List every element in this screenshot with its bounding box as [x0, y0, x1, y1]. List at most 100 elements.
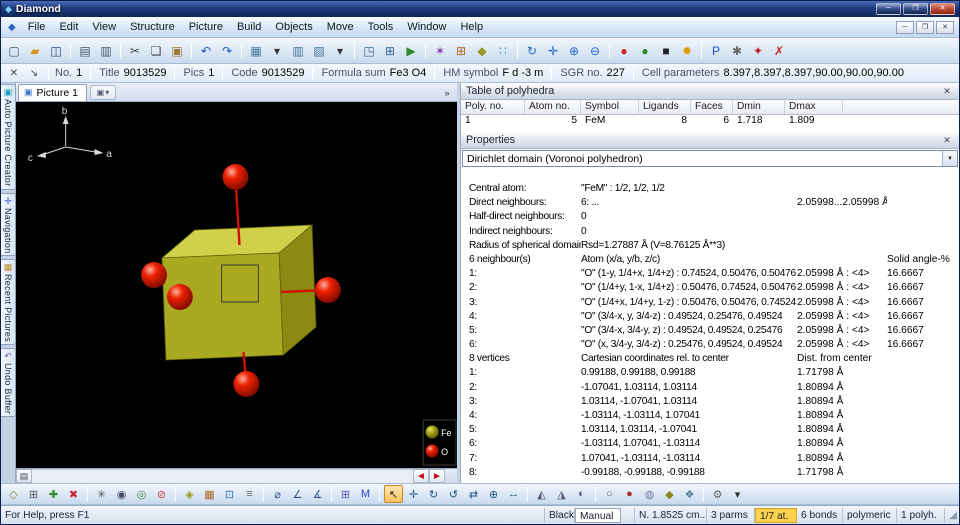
oxygen-atom[interactable]: [167, 284, 193, 310]
next-picture-button[interactable]: ►: [429, 469, 445, 483]
domain-type-dropdown[interactable]: Dirichlet domain (Voronoi polyhedron) ▼: [462, 150, 958, 167]
menu-edit[interactable]: Edit: [52, 19, 85, 35]
atom-color-red-icon[interactable]: ●: [614, 41, 634, 60]
close-panel-icon[interactable]: ✕: [940, 85, 954, 98]
close-panel-icon[interactable]: ✕: [940, 134, 954, 147]
menu-help[interactable]: Help: [453, 19, 490, 35]
chevron-down-icon[interactable]: ▼: [942, 151, 957, 166]
polyhedra-icon[interactable]: ◆: [472, 41, 492, 60]
menu-file[interactable]: File: [21, 19, 53, 35]
structure-canvas[interactable]: b a c: [16, 102, 457, 468]
copy-icon[interactable]: ❏: [146, 41, 166, 60]
maximize-button[interactable]: ❐: [903, 3, 928, 15]
menu-build[interactable]: Build: [230, 19, 268, 35]
column-header-ligands[interactable]: Ligands: [639, 100, 691, 115]
vertex-row[interactable]: 7:1.07041, -1.03114, -1.031141.80894 Å: [461, 452, 959, 466]
neighbour-row[interactable]: 5:"O" (3/4-x, 3/4-y, z) : 0.49524, 0.495…: [461, 324, 959, 338]
column-header-atom-no[interactable]: Atom no.: [525, 100, 581, 115]
new-picture-tab-button[interactable]: ▣ ▾: [90, 85, 116, 100]
print-preview-icon[interactable]: ▥: [96, 41, 116, 60]
vertex-row[interactable]: 2:-1.07041, 1.03114, 1.031141.80894 Å: [461, 381, 959, 395]
property-row[interactable]: Half-direct neighbours:0: [461, 210, 959, 224]
space-filling-icon[interactable]: ◍: [640, 485, 659, 503]
ball-and-stick-icon[interactable]: ●: [620, 485, 639, 503]
menu-picture[interactable]: Picture: [182, 19, 230, 35]
polyhedra-style-icon[interactable]: ◆: [660, 485, 679, 503]
menu-structure[interactable]: Structure: [123, 19, 182, 35]
dock-tab-auto-picture-creator[interactable]: ▣Auto Picture Creator: [1, 84, 16, 190]
goto-structure-icon[interactable]: ↘: [26, 66, 42, 81]
neighbour-row[interactable]: 2:"O" (1/4+y, 1-x, 1/4+z) : 0.50476, 0.7…: [461, 281, 959, 295]
viewing-direction-icon[interactable]: ◮: [552, 485, 571, 503]
property-row[interactable]: Central atom:"FeM" : 1/2, 1/2, 1/2: [461, 182, 959, 196]
mdi-restore-button[interactable]: ❐: [916, 21, 934, 34]
oxygen-atom[interactable]: [315, 277, 341, 303]
pan-view-icon[interactable]: ✛: [404, 485, 423, 503]
properties-dialog-icon[interactable]: ⚙: [708, 485, 727, 503]
measure-angle-icon[interactable]: ∠: [288, 485, 307, 503]
zoom-in-icon[interactable]: ⊕: [564, 41, 584, 60]
column-header-dmax[interactable]: Dmax: [785, 100, 843, 115]
save-icon[interactable]: ◫: [46, 41, 66, 60]
undo-icon[interactable]: ↶: [196, 41, 216, 60]
oxygen-atom[interactable]: [141, 262, 167, 288]
mark-icon[interactable]: ✦: [748, 41, 768, 60]
new-picture-icon[interactable]: ◳: [359, 41, 379, 60]
create-polyhedra-icon[interactable]: ◈: [180, 485, 199, 503]
rotate-icon[interactable]: ↻: [522, 41, 542, 60]
layers-icon[interactable]: ≡: [240, 485, 259, 503]
titlebar[interactable]: ◆ Diamond ─ ❐ ✕: [1, 1, 959, 17]
mdi-minimize-button[interactable]: ─: [896, 21, 914, 34]
build-molecules-icon[interactable]: ✶: [430, 41, 450, 60]
settings-gear-icon[interactable]: ✱: [727, 41, 747, 60]
rotate-z-icon[interactable]: ↺: [444, 485, 463, 503]
menu-move[interactable]: Move: [320, 19, 361, 35]
menu-objects[interactable]: Objects: [268, 19, 319, 35]
tab-picture-1[interactable]: ▣ Picture 1: [18, 84, 87, 101]
add-atom-icon[interactable]: ✚: [44, 485, 63, 503]
neighbour-row[interactable]: 1:"O" (1-y, 1/4+x, 1/4+z) : 0.74524, 0.5…: [461, 267, 959, 281]
polyhedra-row[interactable]: 15FeM861.7181.809: [461, 115, 959, 129]
oxygen-atom[interactable]: [223, 164, 249, 190]
open-folder-icon[interactable]: ▰: [25, 41, 45, 60]
rotate-xy-icon[interactable]: ↻: [424, 485, 443, 503]
vertex-row[interactable]: 5:1.03114, 1.03114, -1.070411.80894 Å: [461, 423, 959, 437]
pack-range-icon[interactable]: ⊡: [220, 485, 239, 503]
distances-table-icon[interactable]: ▥: [288, 41, 308, 60]
vertex-row[interactable]: 4:-1.03114, -1.03114, 1.070411.80894 Å: [461, 409, 959, 423]
close-structure-icon[interactable]: ✕: [6, 66, 22, 81]
atom-color-green-icon[interactable]: ●: [635, 41, 655, 60]
previous-picture-button[interactable]: ◄: [413, 469, 429, 483]
oxygen-atom[interactable]: [234, 371, 260, 397]
column-header-symbol[interactable]: Symbol: [581, 100, 639, 115]
scroll-menu-button[interactable]: ▤: [16, 469, 32, 483]
column-header-poly-no[interactable]: Poly. no.: [461, 100, 525, 115]
property-row[interactable]: Radius of spherical domain:Rsd=1.27887 Å…: [461, 239, 959, 253]
distances-dialog-icon[interactable]: ⊞: [336, 485, 355, 503]
letter-m-icon[interactable]: M: [356, 485, 375, 503]
h-bonds-icon[interactable]: ∷: [493, 41, 513, 60]
zoom-mode-icon[interactable]: ⊕: [484, 485, 503, 503]
neighbour-row[interactable]: 4:"O" (3/4-x, y, 3/4-z) : 0.49524, 0.254…: [461, 310, 959, 324]
fill-cell-icon[interactable]: ▦: [200, 485, 219, 503]
delete-atom-icon[interactable]: ✖: [64, 485, 83, 503]
vertex-row[interactable]: 8:-0.99188, -0.99188, -0.991881.71798 Å: [461, 466, 959, 480]
menu-tools[interactable]: Tools: [361, 19, 401, 35]
column-header-dmin[interactable]: Dmin: [733, 100, 785, 115]
structure-table-icon[interactable]: ▦: [246, 41, 266, 60]
dock-tab-recent-pictures[interactable]: ▦Recent Pictures: [1, 259, 16, 345]
render-quality-icon[interactable]: ❖: [680, 485, 699, 503]
paste-icon[interactable]: ▣: [167, 41, 187, 60]
structure-table-menu-icon[interactable]: ▾: [267, 41, 287, 60]
property-row[interactable]: Direct neighbours:6: ...2.05998...2.0599…: [461, 196, 959, 210]
column-header-faces[interactable]: Faces: [691, 100, 733, 115]
redo-icon[interactable]: ↷: [217, 41, 237, 60]
mdi-close-button[interactable]: ✕: [936, 21, 954, 34]
measure-distance-icon[interactable]: ⌀: [268, 485, 287, 503]
coordination-sphere-icon[interactable]: ◉: [112, 485, 131, 503]
canvas-scrollbar[interactable]: ▤ ◄ ►: [16, 468, 457, 483]
menu-view[interactable]: View: [85, 19, 123, 35]
slideshow-play-icon[interactable]: ▶: [401, 41, 421, 60]
scroll-track[interactable]: [32, 469, 413, 483]
vertex-row[interactable]: 6:-1.03114, 1.07041, -1.031141.80894 Å: [461, 437, 959, 451]
